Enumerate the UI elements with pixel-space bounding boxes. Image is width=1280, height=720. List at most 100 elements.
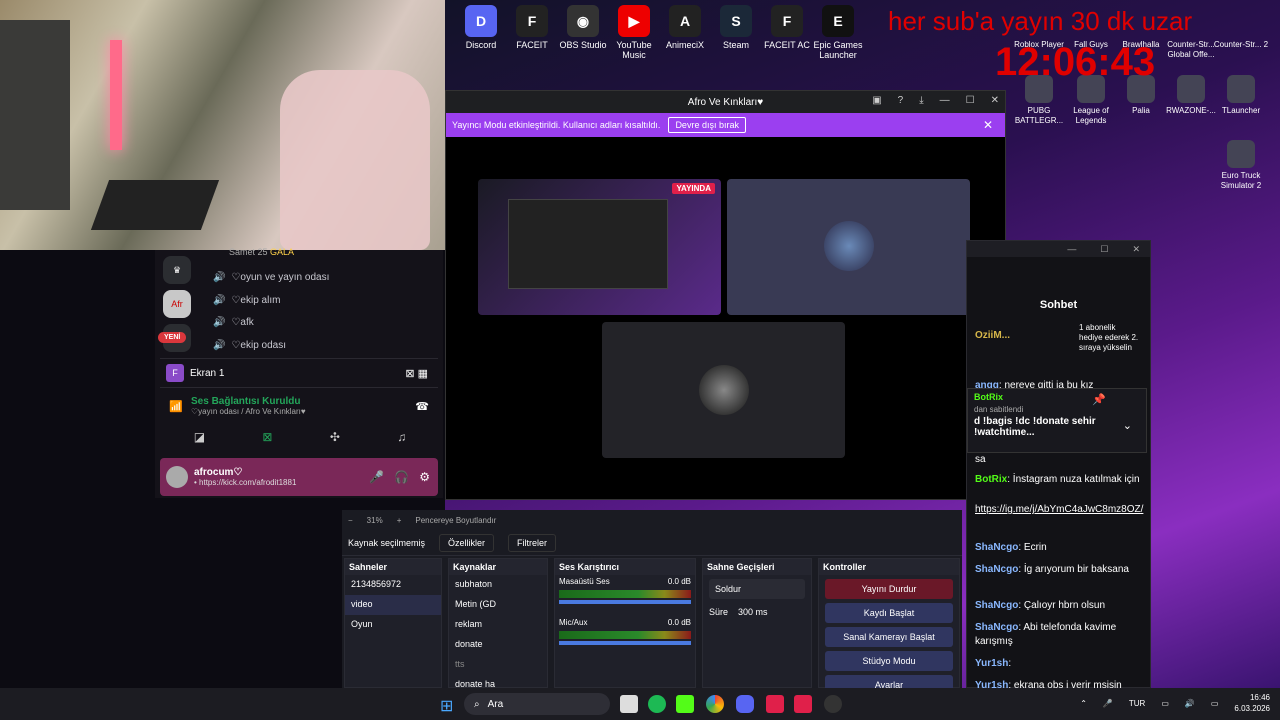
- webcam-feed: [0, 0, 445, 250]
- desktop-shortcut[interactable]: Euro Truck Simulator 2: [1210, 140, 1272, 191]
- inbox-icon[interactable]: ▣: [872, 95, 881, 106]
- voice-connected-label: Ses Bağlantısı Kuruldu: [191, 396, 301, 407]
- new-badge: YENİ: [158, 332, 187, 343]
- desktop-shortcut[interactable]: E Epic Games Launcher: [808, 5, 868, 60]
- zoom-plus[interactable]: +: [397, 516, 402, 525]
- volume-slider[interactable]: [559, 600, 691, 604]
- stop-stream-button[interactable]: Yayını Durdur: [825, 579, 953, 599]
- scene-item[interactable]: 2134856972: [345, 575, 441, 595]
- app-icon: D: [465, 5, 497, 37]
- taskbar-app-icon[interactable]: [794, 695, 812, 713]
- search-box[interactable]: ⌕ Ara: [464, 693, 610, 715]
- download-icon[interactable]: ⤓: [919, 95, 923, 106]
- pinned-user: BotRix: [974, 392, 1003, 402]
- minimize-icon[interactable]: —: [940, 95, 950, 106]
- chrome-icon[interactable]: [706, 695, 724, 713]
- filters-button[interactable]: Filtreler: [508, 533, 557, 552]
- channel-label: ♡afk: [231, 317, 254, 328]
- chat-message: BotRix: İnstagram nuza katılmak için: [975, 474, 1140, 485]
- avatar: F: [166, 364, 184, 382]
- chevron-up-icon[interactable]: ⌃: [1080, 698, 1087, 709]
- start-recording-button[interactable]: Kaydı Başlat: [825, 603, 953, 623]
- pin-icon[interactable]: 📌: [1092, 393, 1106, 406]
- source-item[interactable]: tts: [449, 655, 547, 675]
- screen-share-row[interactable]: F Ekran 1 ⊠ ▦: [160, 358, 438, 388]
- shortcut-label: Discord: [465, 40, 497, 50]
- fit-dropdown[interactable]: Pencereye Boyutlandır: [415, 516, 496, 525]
- close-icon[interactable]: ✕: [983, 118, 993, 132]
- transition-select[interactable]: Soldur: [709, 579, 805, 599]
- taskbar-app-icon[interactable]: [620, 695, 638, 713]
- volume-slider[interactable]: [559, 641, 691, 645]
- close-icon[interactable]: ✕: [991, 95, 999, 106]
- voice-channel[interactable]: 🔊 ♡oyun ve yayın odası: [213, 272, 329, 283]
- minimize-icon[interactable]: —: [1067, 244, 1076, 254]
- desktop-shortcut[interactable]: TLauncher: [1210, 75, 1272, 116]
- volume-icon[interactable]: 🔊: [1185, 698, 1195, 709]
- duration-input[interactable]: 300 ms: [738, 607, 768, 617]
- desktop-shortcut[interactable]: Counter-Str... 2: [1210, 40, 1272, 50]
- obs-taskbar-icon[interactable]: [824, 695, 842, 713]
- chat-link[interactable]: https://ig.me/j/AbYmC4aJwC8mz8OZ/: [975, 503, 1145, 517]
- properties-button[interactable]: Özellikler: [439, 533, 495, 552]
- virtual-camera-button[interactable]: Sanal Kamerayı Başlat: [825, 627, 953, 647]
- server-icon[interactable]: Afr: [163, 290, 191, 318]
- scene-item[interactable]: Oyun: [345, 615, 441, 635]
- user-label: Samet 25: [229, 247, 268, 257]
- language-label[interactable]: TUR: [1129, 698, 1145, 709]
- soundboard-icon[interactable]: ♫: [397, 430, 406, 444]
- stream-tile[interactable]: YAYINDA: [478, 179, 721, 315]
- avatar[interactable]: [166, 466, 188, 488]
- mic-icon[interactable]: 🎤: [369, 470, 384, 484]
- help-icon[interactable]: ?: [898, 95, 904, 106]
- spotify-icon[interactable]: [648, 695, 666, 713]
- shortcut-label: Epic Games Launcher: [813, 40, 863, 60]
- voice-channel[interactable]: 🔊 ♡ekip alım: [213, 295, 280, 306]
- voice-channel[interactable]: 🔊 ♡ekip odası: [213, 340, 286, 351]
- shortcut-label: Euro Truck Simulator 2: [1220, 171, 1262, 190]
- studio-mode-button[interactable]: Stüdyo Modu: [825, 651, 953, 671]
- maximize-icon[interactable]: ☐: [966, 95, 975, 106]
- voice-status: Ses Bağlantısı Kuruldu ♡yayın odası / Af…: [165, 396, 435, 416]
- share-screen-icon[interactable]: ⊠: [262, 430, 272, 444]
- chat-title: Sohbet: [1039, 299, 1078, 311]
- voice-channel[interactable]: 🔊 ♡afk: [213, 317, 254, 328]
- taskbar-app-icon[interactable]: [766, 695, 784, 713]
- scene-item[interactable]: video: [345, 595, 441, 615]
- pinned-message[interactable]: BotRix dan sabitlendi d !bagis !dc !dona…: [967, 388, 1147, 453]
- user-status: • https://kick.com/afrodit1881: [194, 478, 297, 487]
- headphone-icon[interactable]: 🎧: [394, 470, 409, 484]
- disable-streamer-mode-button[interactable]: Devre dışı bırak: [668, 117, 746, 133]
- kick-icon[interactable]: [676, 695, 694, 713]
- windows-start-icon[interactable]: ⊞: [440, 696, 453, 716]
- participant-tile[interactable]: [602, 322, 845, 458]
- dock-title: Kontroller: [819, 559, 959, 575]
- network-icon[interactable]: ▭: [1161, 698, 1169, 709]
- participant-tile[interactable]: [727, 179, 970, 315]
- chat-window: — ☐ ✕ Sohbet OziiM... 1 abonelik hediye ed…: [966, 240, 1151, 691]
- camera-off-icon[interactable]: ◪: [194, 430, 205, 444]
- maximize-icon[interactable]: ☐: [1100, 244, 1108, 255]
- source-item[interactable]: donate: [449, 635, 547, 655]
- source-item[interactable]: Metin (GD: [449, 595, 547, 615]
- mixer-dock: Ses Karıştırıcı Masaüstü Ses 0.0 dB Mic/A…: [554, 558, 696, 688]
- discord-taskbar-icon[interactable]: [736, 695, 754, 713]
- scenes-dock: Sahneler 2134856972 video Oyun: [344, 558, 442, 688]
- stream-icon[interactable]: ⊠ ▦: [405, 367, 428, 380]
- mic-icon[interactable]: 🎤: [1103, 698, 1113, 709]
- chat-message: sa: [975, 454, 986, 465]
- settings-icon[interactable]: ⚙: [419, 470, 430, 484]
- user-panel: afrocum♡ • https://kick.com/afrodit1881 🎤…: [160, 458, 438, 496]
- source-item[interactable]: subhaton: [449, 575, 547, 595]
- chevron-down-icon[interactable]: ⌄: [1123, 419, 1132, 432]
- mixer-db: 0.0 dB: [667, 618, 691, 627]
- server-icon[interactable]: ♛: [163, 256, 191, 284]
- activities-icon[interactable]: ✣: [330, 430, 340, 444]
- close-icon[interactable]: ✕: [1132, 244, 1140, 255]
- battery-icon[interactable]: ▭: [1211, 698, 1219, 709]
- source-item[interactable]: reklam: [449, 615, 547, 635]
- disconnect-icon[interactable]: ☎: [415, 400, 429, 413]
- signal-icon: 📶: [169, 401, 183, 413]
- speaker-icon: 🔊: [213, 340, 226, 351]
- zoom-minus[interactable]: −: [348, 516, 353, 525]
